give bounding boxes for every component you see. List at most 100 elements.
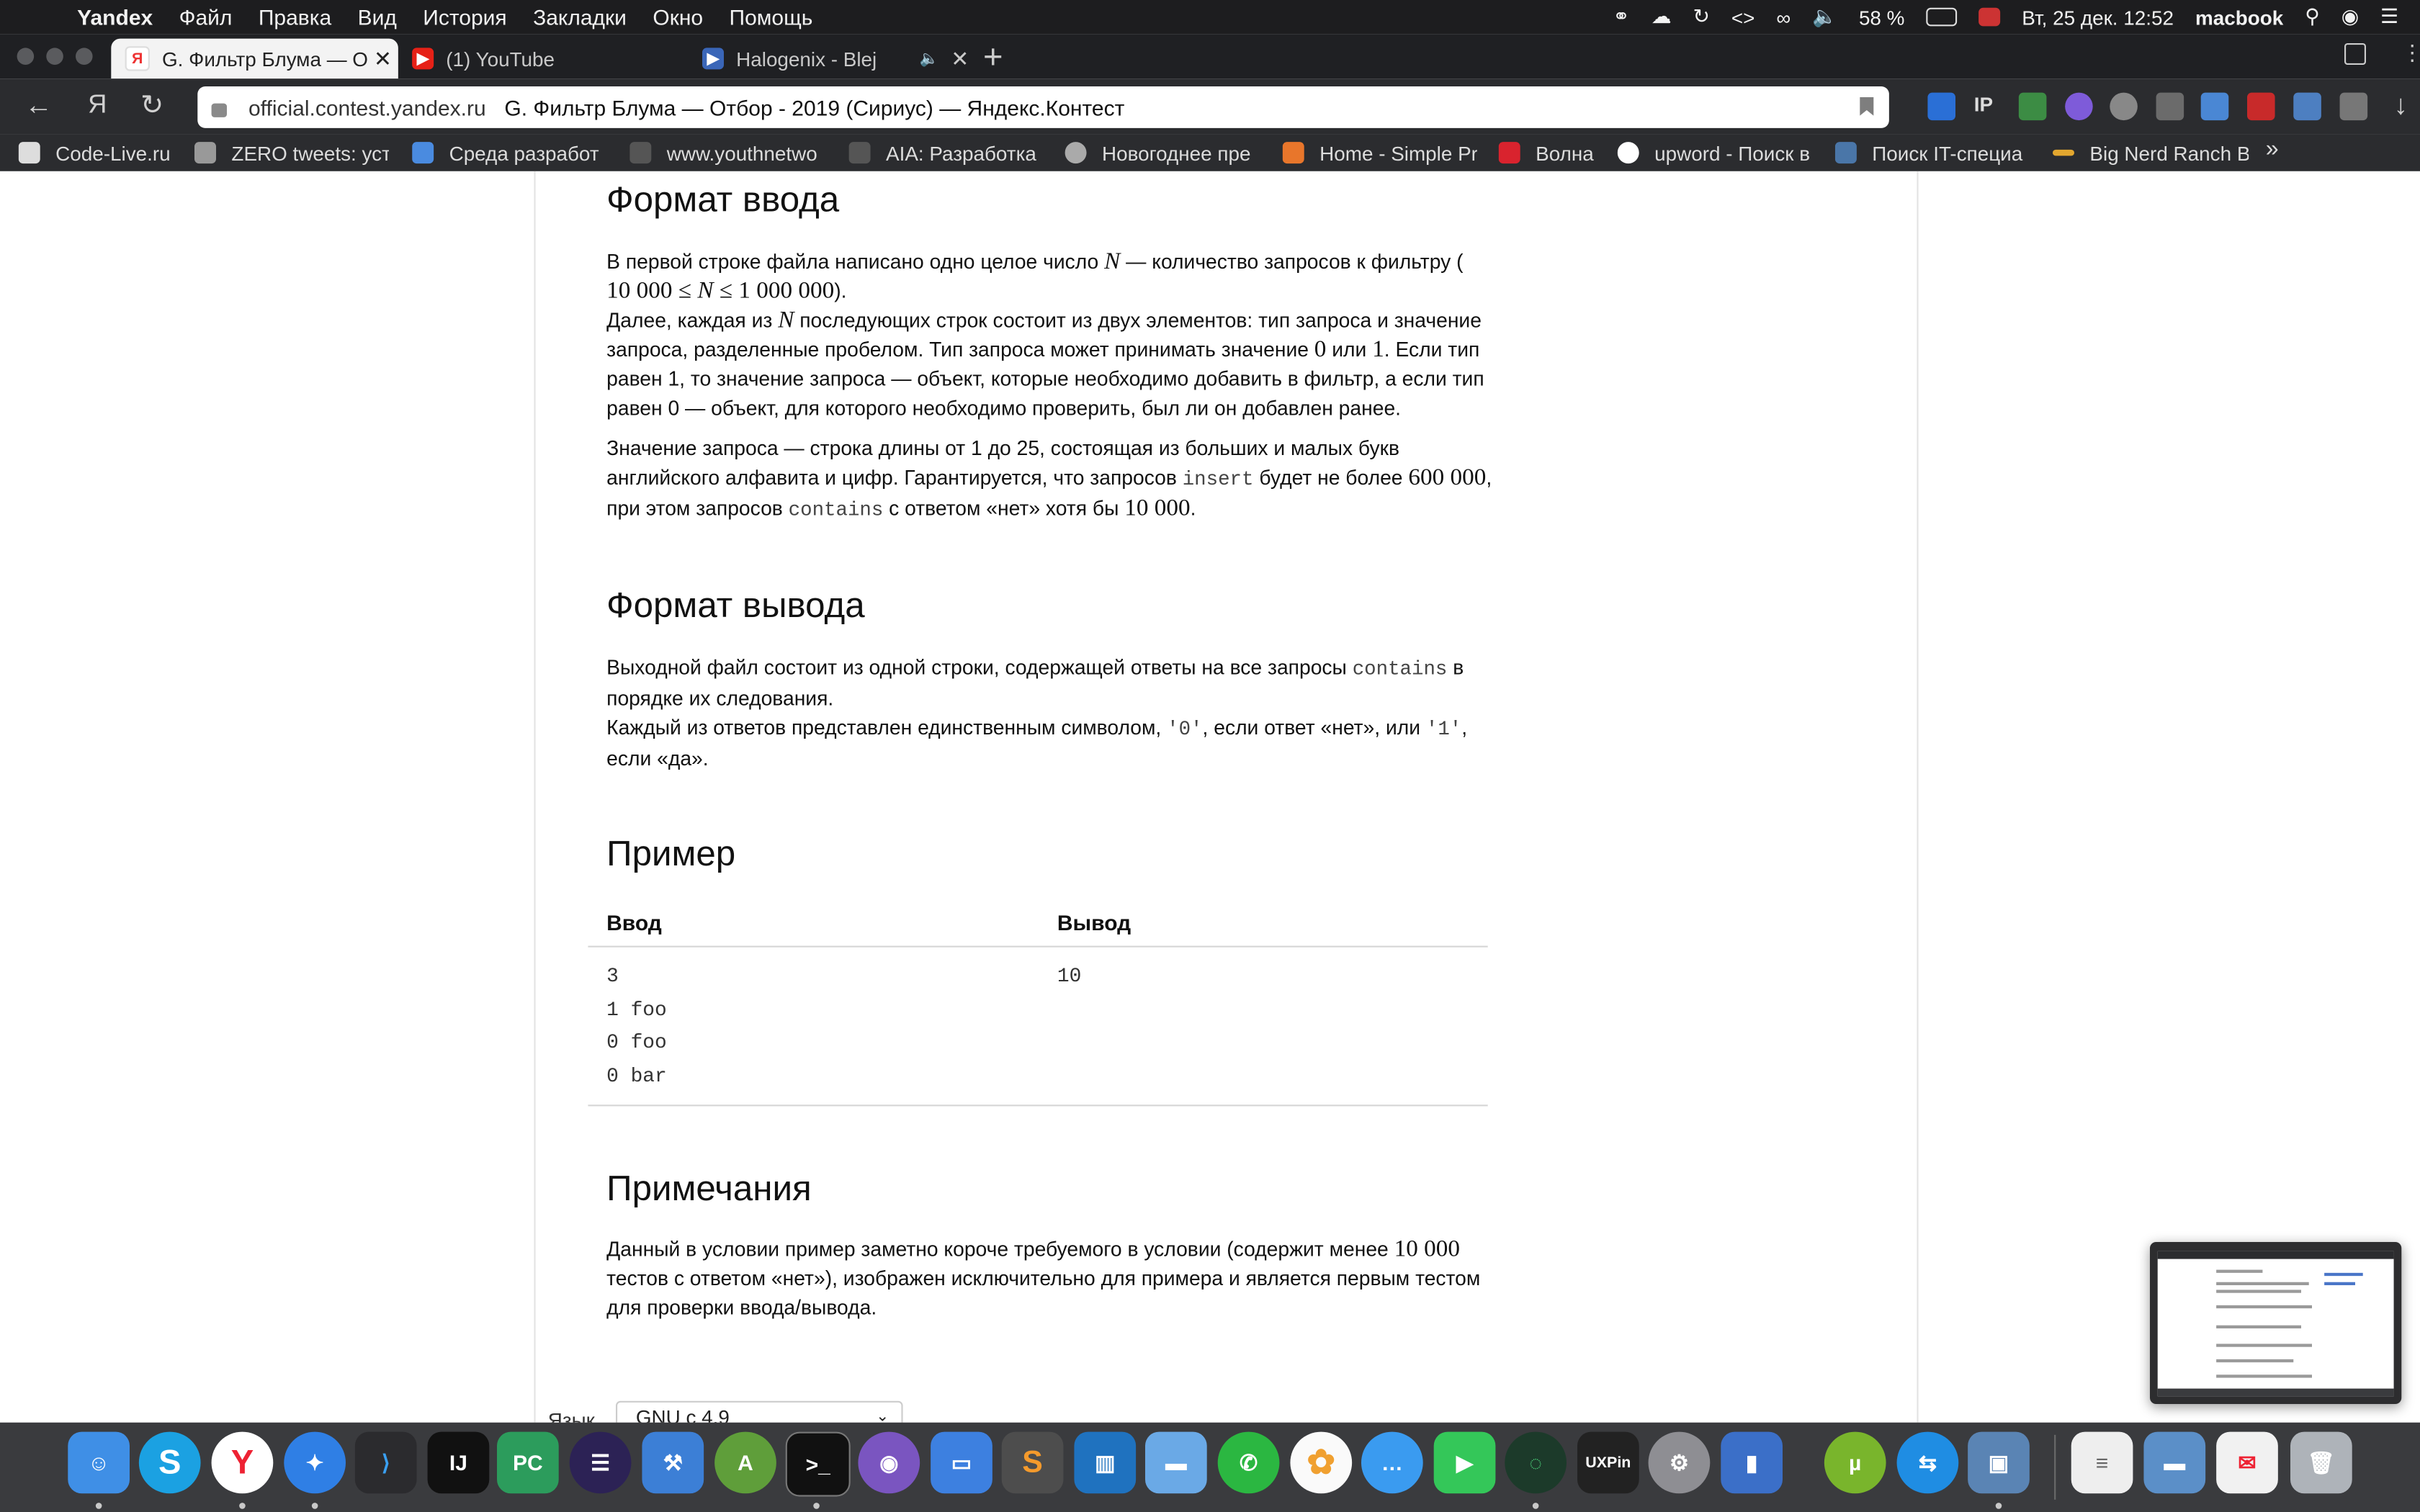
system-preferences-icon[interactable]: ⚙ — [1648, 1431, 1711, 1494]
creative-cloud-icon[interactable]: ⚭ — [1613, 4, 1629, 29]
extension-icon[interactable] — [2200, 92, 2229, 121]
menu-history[interactable]: История — [423, 4, 506, 29]
column-divider — [1917, 171, 1919, 1423]
spotlight-search-icon[interactable]: ⚲ — [2305, 4, 2319, 29]
photos-icon[interactable]: ✿ — [1290, 1431, 1353, 1494]
intellij-icon[interactable]: IJ — [427, 1431, 490, 1494]
finder-icon[interactable]: ☺ — [68, 1431, 130, 1494]
cloud-icon[interactable]: ☁ — [1652, 4, 1672, 29]
yandex-browser-icon[interactable]: Y — [211, 1431, 274, 1494]
bookmark-item[interactable]: Новогоднее пре — [1065, 139, 1260, 167]
menu-app-name[interactable]: Yandex — [77, 4, 153, 29]
ip-extension-icon[interactable]: IP — [1974, 93, 2002, 121]
keynote-icon[interactable]: ▭ — [931, 1431, 992, 1494]
extension-icon[interactable] — [2156, 92, 2184, 121]
menu-file[interactable]: Файл — [179, 4, 233, 29]
screenshot-thumbnail[interactable] — [2150, 1242, 2402, 1404]
bookmark-icon[interactable] — [1860, 97, 1874, 116]
new-tab-button[interactable]: + — [983, 37, 1003, 77]
clock[interactable]: Вт, 25 дек. 12:52 — [2022, 6, 2174, 29]
folder-icon[interactable]: ▬ — [1145, 1431, 1207, 1494]
bookmark-item[interactable]: Поиск IT-специа — [1834, 139, 2030, 167]
extension-icon[interactable] — [2247, 92, 2275, 121]
facetime-icon[interactable]: ▶ — [1433, 1431, 1496, 1494]
extension-icon[interactable] — [2065, 92, 2093, 121]
instruments-icon[interactable]: ▮ — [1721, 1431, 1783, 1494]
bookmark-item[interactable]: Home - Simple Pr — [1282, 139, 1477, 167]
battery-percent[interactable]: 58 % — [1859, 6, 1905, 29]
preview-icon[interactable]: ▣ — [1968, 1431, 2030, 1494]
address-bar[interactable]: official.contest.yandex.ru G. Фильтр Блу… — [197, 86, 1889, 128]
menu-view[interactable]: Вид — [358, 4, 397, 29]
reload-icon[interactable]: ↻ — [140, 89, 163, 122]
sync-icon[interactable]: ∞ — [1776, 6, 1791, 29]
page-content: Формат ввода В первой строке файла напис… — [0, 171, 2420, 1423]
menu-bookmarks[interactable]: Закладки — [533, 4, 627, 29]
running-indicator — [813, 1503, 820, 1509]
bookmark-item[interactable]: www.youthnetwo — [629, 139, 824, 167]
more-icon[interactable]: ⋮ — [2401, 40, 2420, 66]
android-studio-icon[interactable]: A — [714, 1431, 776, 1494]
trash-icon[interactable]: 🗑 — [2290, 1431, 2352, 1494]
bookmark-item[interactable]: AIA: Разработка — [848, 139, 1044, 167]
close-tab-icon[interactable]: ✕ — [367, 45, 398, 71]
bookmark-item[interactable]: Big Nerd Ranch B — [2053, 139, 2249, 167]
tab-halogenix[interactable]: ▶ Halogenix - Blej 🔈 ✕ — [689, 39, 976, 79]
download-icon[interactable]: ↓ — [2394, 89, 2408, 122]
speaker-icon[interactable]: 🔈 — [914, 50, 945, 68]
messages-icon[interactable]: … — [1361, 1431, 1423, 1494]
tabs-menu-icon[interactable] — [2344, 43, 2366, 65]
sublime-icon[interactable]: S — [1001, 1431, 1064, 1494]
menu-window[interactable]: Окно — [653, 4, 703, 29]
language-select[interactable]: GNU c 4.9 ⌄ — [616, 1400, 903, 1423]
skype-icon[interactable]: S — [138, 1431, 201, 1494]
menu-help[interactable]: Помощь — [730, 4, 813, 29]
safari-icon[interactable]: ✦ — [284, 1431, 346, 1494]
whatsapp-icon[interactable]: ✆ — [1217, 1431, 1280, 1494]
minimize-window-button[interactable] — [46, 48, 63, 65]
extension-icon[interactable] — [2018, 92, 2047, 121]
teamviewer-icon[interactable]: ⇆ — [1896, 1431, 1959, 1494]
xcode-icon[interactable]: ⚒ — [642, 1431, 704, 1494]
close-window-button[interactable] — [17, 48, 35, 65]
bookmark-item[interactable]: Волна — [1498, 139, 1599, 167]
address-page-title: G. Фильтр Блума — Отбор - 2019 (Сириус) … — [504, 94, 1125, 120]
fullscreen-window-button[interactable] — [76, 48, 93, 65]
more-bookmarks-icon[interactable]: » — [2266, 136, 2279, 162]
close-tab-icon[interactable]: ✕ — [944, 45, 975, 71]
bookmark-item[interactable]: upword - Поиск в — [1617, 139, 1812, 167]
vscode-icon[interactable]: ⟩ — [354, 1431, 417, 1494]
trello-icon[interactable]: ▥ — [1074, 1431, 1137, 1494]
eclipse-icon[interactable]: ☰ — [569, 1431, 632, 1494]
folder-stack-icon[interactable]: ▬ — [2143, 1431, 2206, 1494]
time-machine-icon[interactable]: ↻ — [1693, 4, 1709, 29]
bookmark-item[interactable]: Code-Live.ru — [18, 139, 185, 167]
tab-youtube[interactable]: ▶ (1) YouTube — [398, 39, 689, 79]
siri-icon[interactable]: ◉ — [2341, 4, 2359, 29]
terminal-icon[interactable]: >_ — [785, 1431, 851, 1497]
bookmark-item[interactable]: ZERO tweets: уст — [194, 139, 389, 167]
example-input-code: 3 1 foo 0 foo 0 bar — [606, 964, 667, 1087]
volume-icon[interactable]: 🔈 — [1812, 4, 1837, 29]
battery-icon[interactable] — [1926, 7, 1958, 27]
utorrent-icon[interactable]: µ — [1824, 1431, 1886, 1494]
pycharm-icon[interactable]: PC — [497, 1431, 559, 1494]
extension-icon[interactable] — [2339, 92, 2368, 121]
menu-edit[interactable]: Правка — [259, 4, 331, 29]
bookmark-item[interactable]: Среда разработ — [412, 139, 605, 167]
sync-app-icon[interactable]: ◌ — [1505, 1431, 1567, 1494]
uxpin-icon[interactable]: UXPin — [1577, 1431, 1639, 1494]
tab-active[interactable]: Я G. Фильтр Блума — От ✕ — [111, 38, 398, 79]
extension-icon[interactable] — [2293, 92, 2321, 121]
flag-icon[interactable] — [1978, 7, 2001, 27]
yandex-logo-icon[interactable]: Я — [88, 89, 107, 120]
github-icon[interactable]: ◉ — [858, 1431, 920, 1494]
notification-center-icon[interactable]: ☰ — [2380, 4, 2398, 29]
extension-icon[interactable] — [1927, 92, 1955, 121]
back-arrow-icon[interactable]: ← — [24, 89, 53, 122]
document-icon[interactable]: ≡ — [2071, 1431, 2133, 1494]
code-icon[interactable]: <> — [1731, 6, 1755, 29]
mail-icon[interactable]: ✉ — [2216, 1431, 2278, 1494]
extension-icon[interactable] — [2110, 92, 2138, 121]
user-name[interactable]: macbook — [2195, 6, 2283, 29]
